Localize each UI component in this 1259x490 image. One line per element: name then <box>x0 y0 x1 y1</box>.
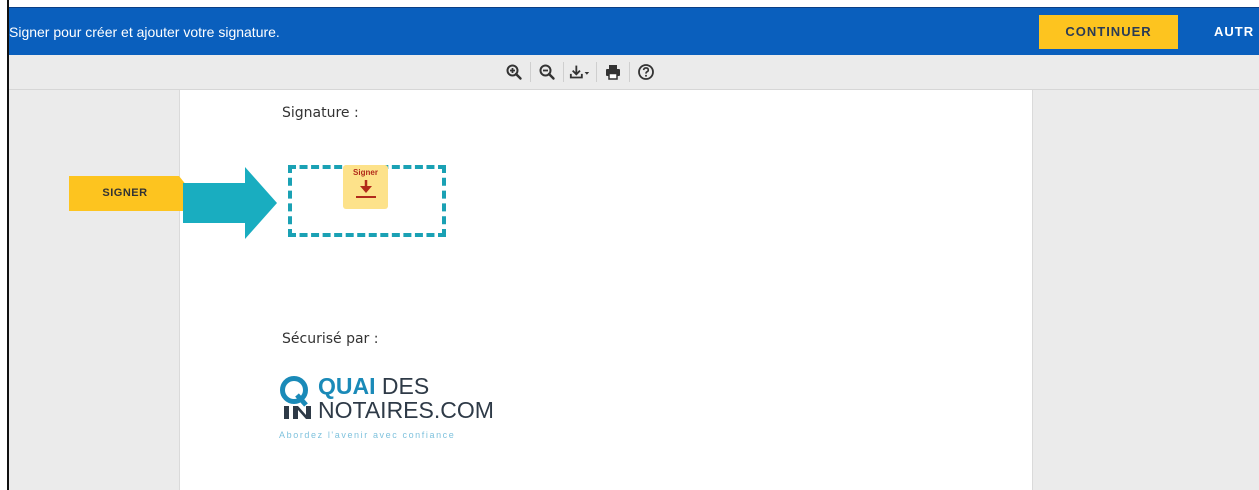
toolbar-divider <box>563 62 564 82</box>
logo-title-line2: NOTAIRES.COM <box>318 397 494 423</box>
print-icon[interactable] <box>602 61 624 83</box>
signature-label: Signature : <box>282 105 359 121</box>
zoom-in-icon[interactable] <box>503 61 525 83</box>
logo-tagline: Abordez l'avenir avec confiance <box>279 430 456 440</box>
pdf-toolbar <box>9 55 1259 90</box>
instruction-message: Signer pour créer et ajouter votre signa… <box>9 24 280 40</box>
sign-field-button[interactable]: Signer <box>343 165 388 209</box>
toolbar-divider <box>530 62 531 82</box>
quai-des-notaires-logo: QUAI DES NOTAIRES.COM Abordez l'avenir a… <box>278 373 578 448</box>
document-viewer[interactable]: Signature : Signer Sécurisé par : QUAI D… <box>9 90 1259 490</box>
toolbar-divider <box>629 62 630 82</box>
logo-title-line1: QUAI DES <box>318 373 430 399</box>
signer-tab-label: SIGNER <box>102 187 148 199</box>
other-options-button[interactable]: AUTR <box>1214 15 1254 49</box>
sign-field-label: Signer <box>353 168 378 177</box>
app-frame: Signer pour créer et ajouter votre signa… <box>7 0 1259 490</box>
signer-tab[interactable]: SIGNER <box>69 176 193 211</box>
right-arrow-icon <box>183 167 277 239</box>
document-page: Signature : Signer Sécurisé par : QUAI D… <box>179 90 1033 490</box>
secured-by-label: Sécurisé par : <box>282 331 379 347</box>
continue-button[interactable]: CONTINUER <box>1039 15 1178 49</box>
top-bar: Signer pour créer et ajouter votre signa… <box>9 7 1259 56</box>
download-icon[interactable] <box>569 61 591 83</box>
help-icon[interactable] <box>635 61 657 83</box>
zoom-out-icon[interactable] <box>536 61 558 83</box>
toolbar-divider <box>596 62 597 82</box>
qn-logo-icon <box>280 376 311 419</box>
toolbar-icons <box>503 60 657 84</box>
download-arrow-icon <box>356 180 376 198</box>
